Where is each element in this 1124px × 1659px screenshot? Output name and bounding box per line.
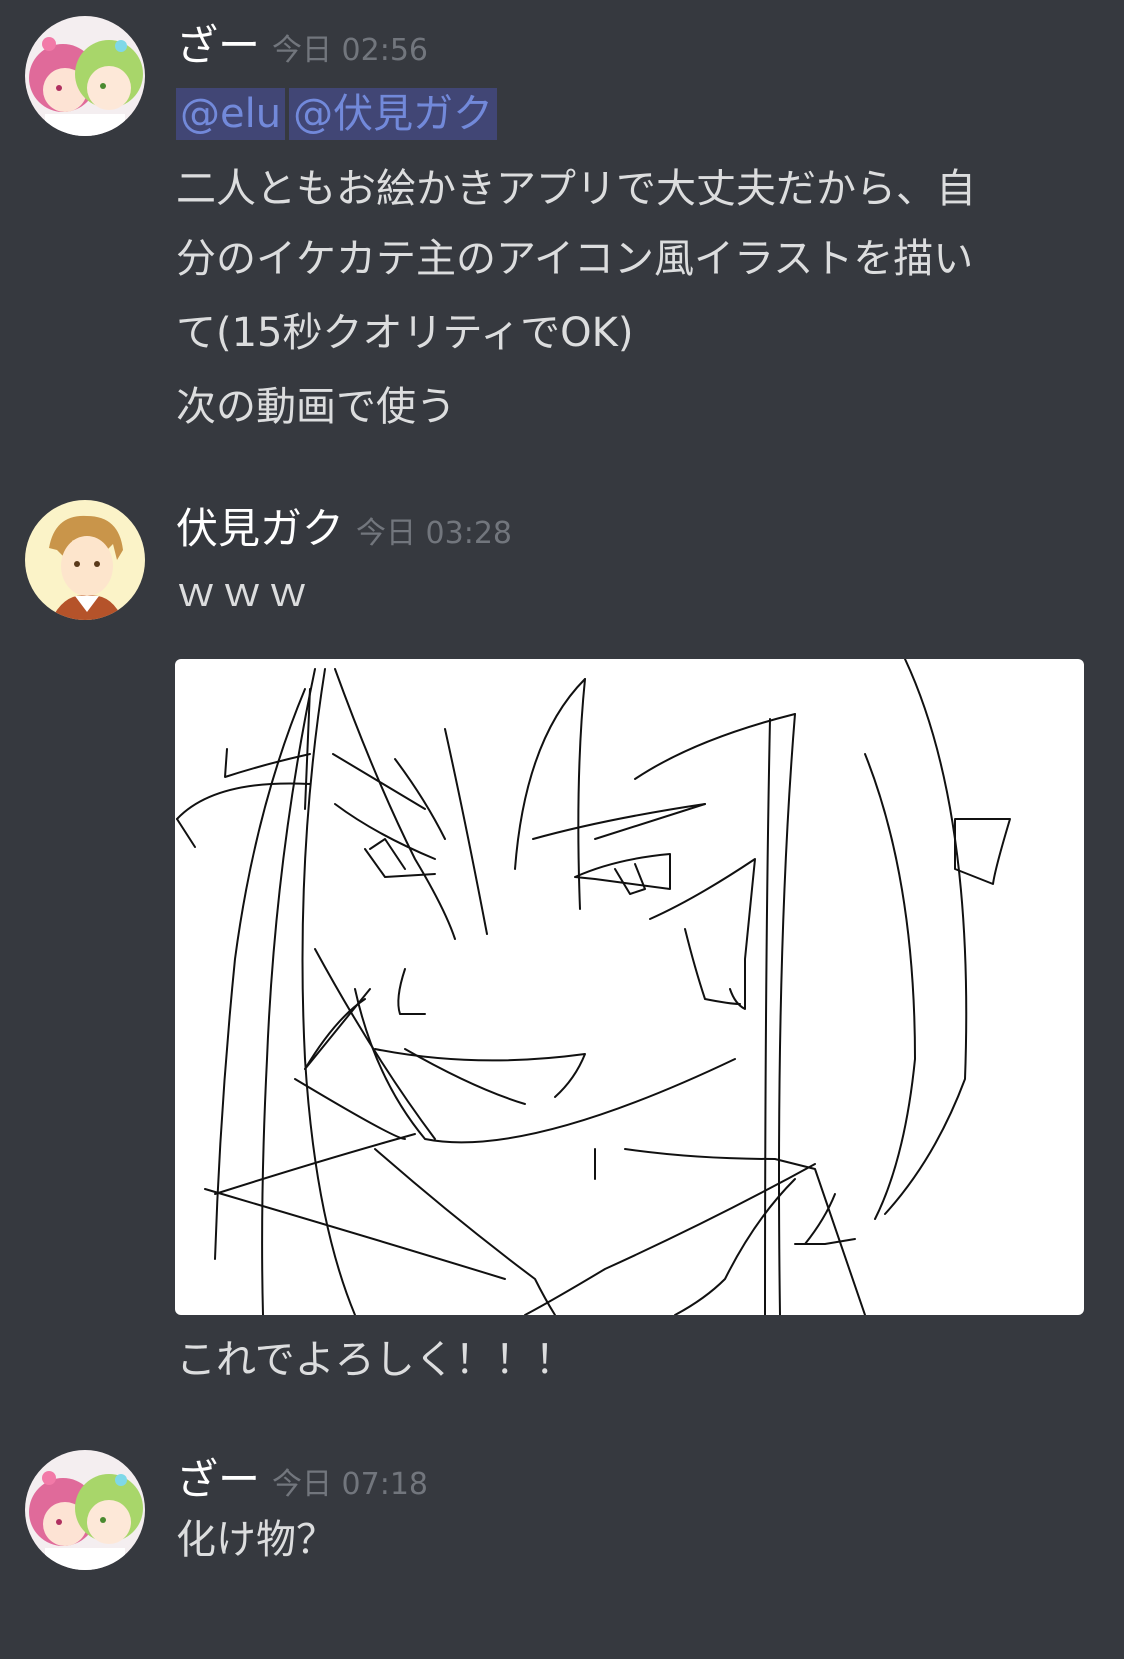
username[interactable]: ざー xyxy=(176,1455,260,1504)
message-text-line: て(15秒クオリティでOK) xyxy=(176,310,634,356)
image-attachment[interactable] xyxy=(175,659,1084,1315)
message-header: ざー 今日 07:18 xyxy=(176,1454,428,1506)
timestamp: 今日 02:56 xyxy=(272,33,429,68)
message-content: @elu @伏見ガク 二人ともお絵かきアプリで大丈夫だから、自 分のイケカテ主のア… xyxy=(176,86,1096,442)
mention-fushimi-gaku[interactable]: @伏見ガク xyxy=(289,88,498,140)
message-text-line: 次の動画で使う xyxy=(176,384,456,430)
user-avatar[interactable] xyxy=(25,500,145,620)
username[interactable]: 伏見ガク xyxy=(176,504,344,553)
message-content: ｗｗｗ xyxy=(176,558,1096,628)
message-text-line: 化け物？ xyxy=(176,1517,336,1563)
message-text-line: ｗｗｗ xyxy=(176,570,314,616)
message-text-line: これでよろしく！！！ xyxy=(176,1337,575,1383)
message-header: 伏見ガク 今日 03:28 xyxy=(176,503,512,555)
message-text-line: 二人ともお絵かきアプリで大丈夫だから、自 xyxy=(176,166,976,212)
timestamp: 今日 07:18 xyxy=(272,1467,429,1502)
username[interactable]: ざー xyxy=(176,21,260,70)
user-avatar[interactable] xyxy=(25,16,145,136)
message-header: ざー 今日 02:56 xyxy=(176,20,428,72)
sketch-drawing xyxy=(176,659,1011,1315)
timestamp: 今日 03:28 xyxy=(356,516,513,551)
message-text-line: 分のイケカテ主のアイコン風イラストを描い xyxy=(176,236,974,282)
mention-elu[interactable]: @elu xyxy=(176,88,286,140)
message-content: 化け物？ xyxy=(176,1505,1096,1575)
user-avatar[interactable] xyxy=(25,1450,145,1570)
message-content: これでよろしく！！！ xyxy=(176,1325,1096,1395)
